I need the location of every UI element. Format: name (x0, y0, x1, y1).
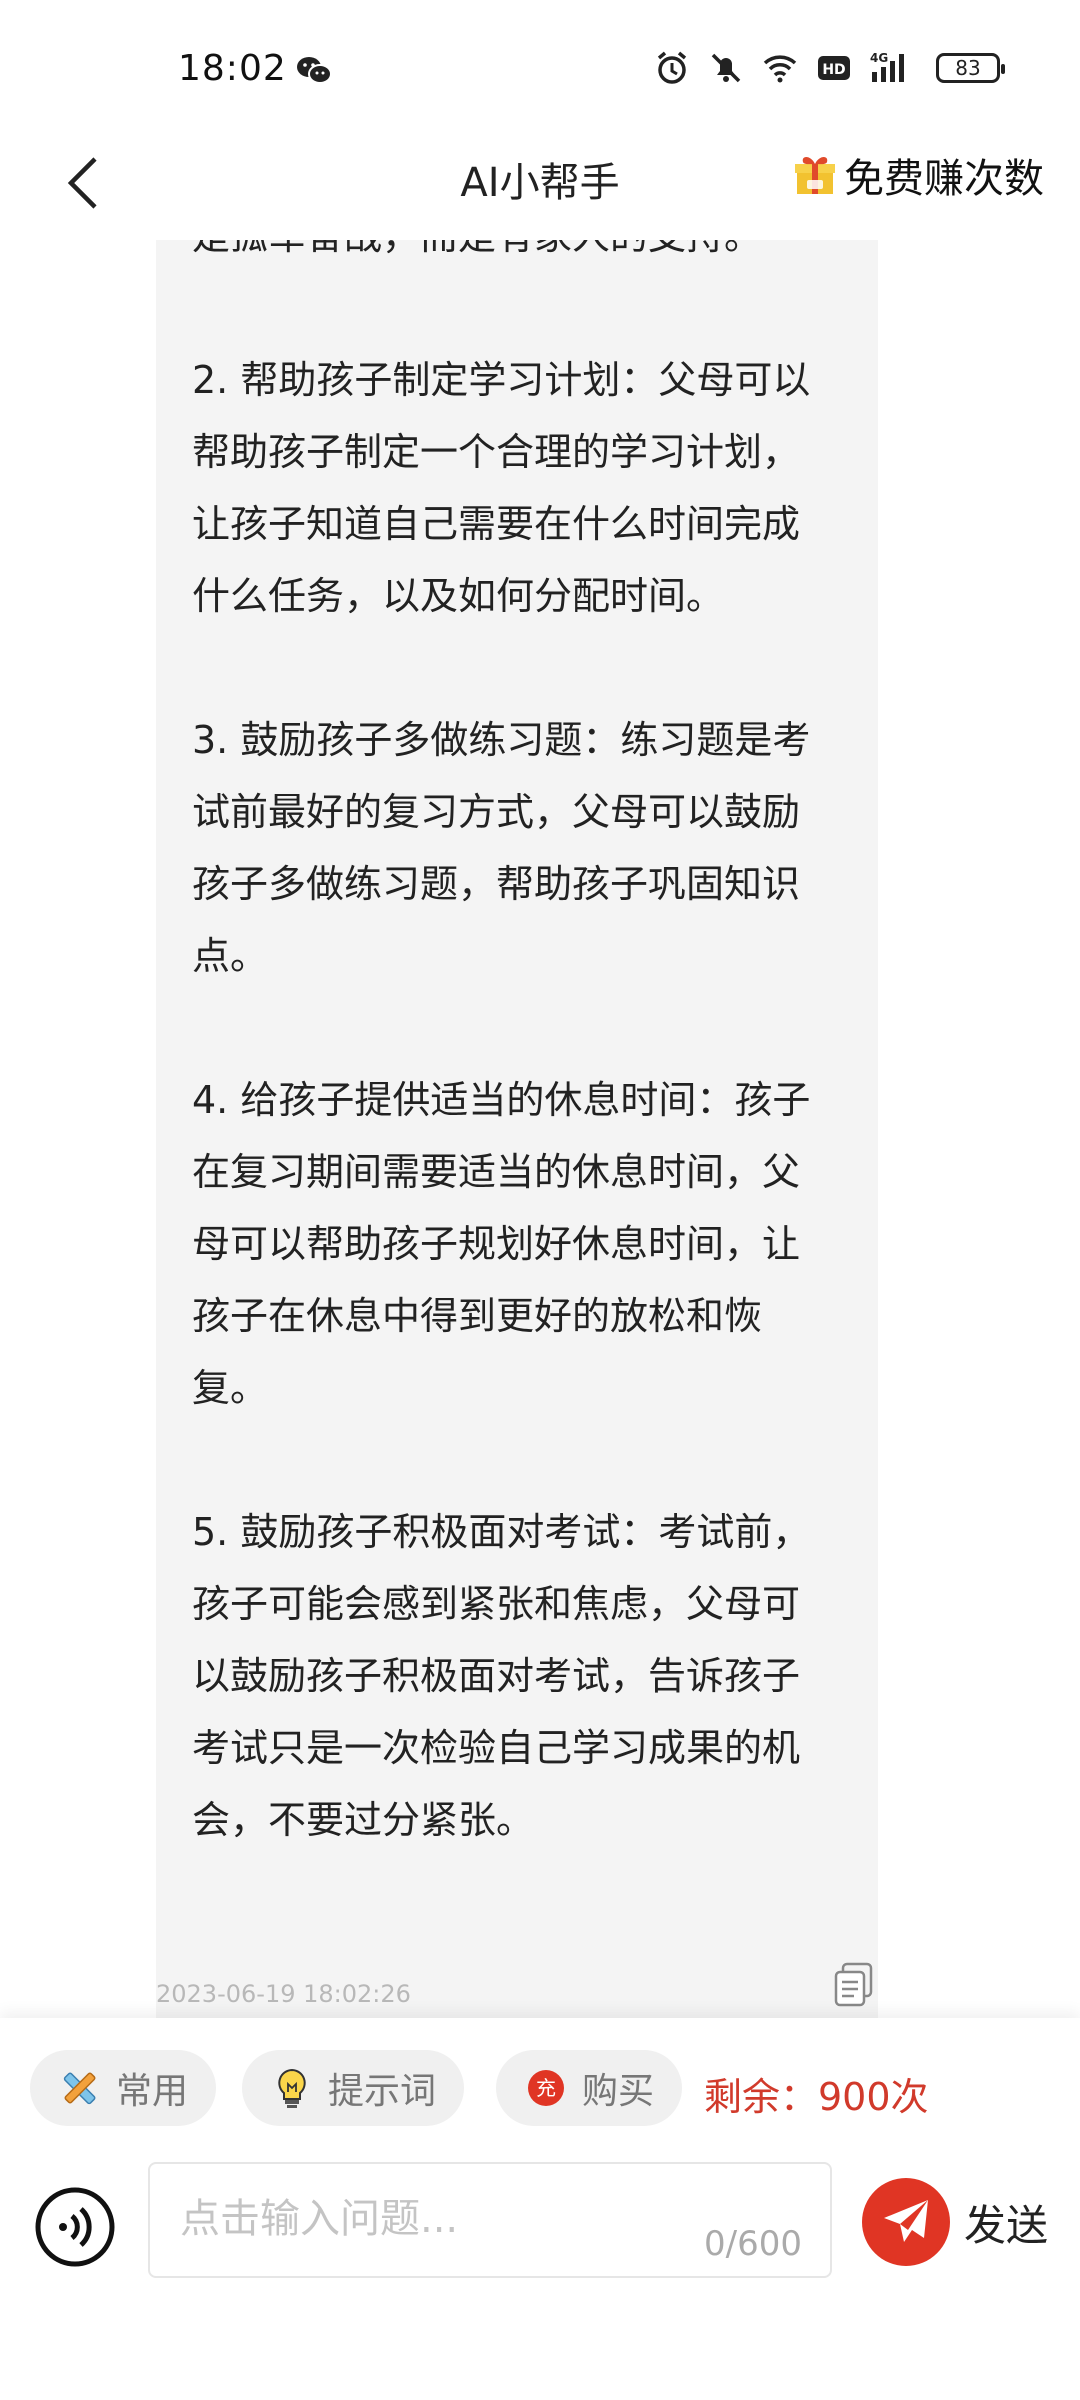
send-button[interactable]: 发送 (862, 2178, 1048, 2266)
chevron-left-icon (67, 157, 97, 209)
char-counter: 0/600 (704, 2224, 802, 2264)
recharge-icon: 充 (528, 2070, 564, 2106)
mute-icon (711, 53, 741, 83)
svg-text:充: 充 (536, 2076, 556, 2100)
earn-label: 免费赚次数 (844, 156, 1044, 202)
remaining-count: 剩余：900次 (704, 2075, 929, 2119)
hd-icon: HD (818, 56, 850, 80)
input-panel: 常用 提示词 充 购买 剩余：900次 0/600 (0, 2018, 1080, 2400)
paper-plane-icon (884, 2200, 928, 2242)
assistant-message-bubble: 是孤军奋战，而是有家人的支持。 2. 帮助孩子制定学习计划：父母可以帮助孩子制定… (156, 240, 878, 2020)
send-label: 发送 (964, 2200, 1049, 2250)
earn-free-uses-button[interactable]: 免费赚次数 (792, 146, 1044, 204)
lightbulb-icon (278, 2068, 306, 2108)
battery-icon: 83 (936, 53, 1005, 83)
nav-bar: AI小帮手 免费赚次数 (0, 130, 1080, 240)
alarm-icon (657, 51, 687, 84)
back-button[interactable] (48, 148, 118, 218)
status-icons: HD 4G 83 (654, 50, 1005, 86)
svg-text:4G: 4G (870, 51, 888, 65)
battery-level: 83 (955, 56, 981, 80)
question-input-box[interactable]: 0/600 (148, 2162, 832, 2278)
chip-buy[interactable]: 充 购买 (496, 2050, 683, 2126)
svg-text:HD: HD (822, 62, 845, 78)
chat-area[interactable]: 是孤军奋战，而是有家人的支持。 2. 帮助孩子制定学习计划：父母可以帮助孩子制定… (0, 240, 1080, 2020)
chip-common-label: 常用 (116, 2071, 189, 2112)
status-time: 18:02 (178, 48, 287, 89)
gift-icon (795, 156, 835, 194)
wechat-icon (297, 57, 332, 84)
status-bar: 18:02 HD 4G 83 (0, 0, 1080, 130)
voice-input-icon[interactable] (34, 2186, 116, 2268)
pencil-ruler-icon (63, 2072, 96, 2105)
chip-prompts[interactable]: 提示词 (242, 2050, 465, 2126)
signal-4g-icon: 4G (870, 51, 904, 82)
chip-common[interactable]: 常用 (30, 2050, 217, 2126)
chip-buy-label: 购买 (582, 2071, 655, 2112)
send-icon-circle (862, 2178, 950, 2266)
copy-icon[interactable] (833, 1962, 875, 2008)
question-input[interactable] (178, 2190, 702, 2248)
message-timestamp: 2023-06-19 18:02:26 (156, 1980, 411, 2008)
assistant-message-text: 是孤军奋战，而是有家人的支持。 2. 帮助孩子制定学习计划：父母可以帮助孩子制定… (192, 240, 811, 1842)
chat-scroll: 是孤军奋战，而是有家人的支持。 2. 帮助孩子制定学习计划：父母可以帮助孩子制定… (0, 240, 1080, 2020)
wifi-icon (763, 55, 797, 83)
chip-prompts-label: 提示词 (328, 2071, 437, 2112)
